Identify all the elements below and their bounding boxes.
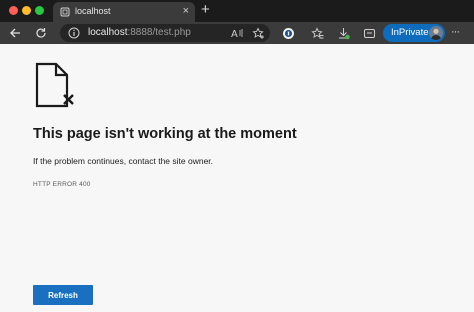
reload-icon[interactable]: [33, 25, 49, 41]
title-bar: localhost × +: [0, 0, 474, 22]
avatar: [429, 26, 443, 40]
url-host: localhost: [88, 27, 128, 38]
page-title: This page isn't working at the moment: [33, 126, 297, 142]
new-tab-button[interactable]: +: [201, 2, 210, 18]
error-page: This page isn't working at the moment If…: [0, 44, 474, 312]
close-tab-icon[interactable]: ×: [183, 5, 189, 17]
favorites-icon[interactable]: [309, 25, 325, 41]
tab-title: localhost: [75, 6, 111, 16]
minimize-window-button[interactable]: [22, 6, 31, 15]
password-icon[interactable]: [280, 25, 296, 41]
error-description: If the problem continues, contact the si…: [33, 156, 214, 166]
svg-text:A: A: [231, 29, 238, 39]
inprivate-button[interactable]: InPrivate: [383, 24, 445, 42]
refresh-button[interactable]: Refresh: [33, 285, 93, 305]
zoom-window-button[interactable]: [35, 6, 44, 15]
read-aloud-icon[interactable]: A: [229, 25, 245, 41]
back-icon[interactable]: [7, 25, 23, 41]
inprivate-label: InPrivate: [391, 27, 429, 38]
info-icon[interactable]: [68, 27, 80, 39]
broken-document-icon: [35, 62, 74, 108]
more-icon[interactable]: ···: [451, 27, 460, 38]
collections-icon[interactable]: [361, 25, 377, 41]
close-window-button[interactable]: [9, 6, 18, 15]
tab-localhost[interactable]: localhost ×: [53, 2, 195, 22]
toolbar: localhost:8888/test.php A InPrivate ···: [0, 22, 474, 44]
favorite-add-icon[interactable]: [250, 25, 266, 41]
page-icon: [60, 7, 70, 17]
url-path: :8888/test.php: [127, 27, 191, 38]
url-text: localhost:8888/test.php: [88, 27, 191, 38]
error-code: HTTP ERROR 400: [33, 181, 91, 188]
downloads-icon[interactable]: [335, 25, 351, 41]
